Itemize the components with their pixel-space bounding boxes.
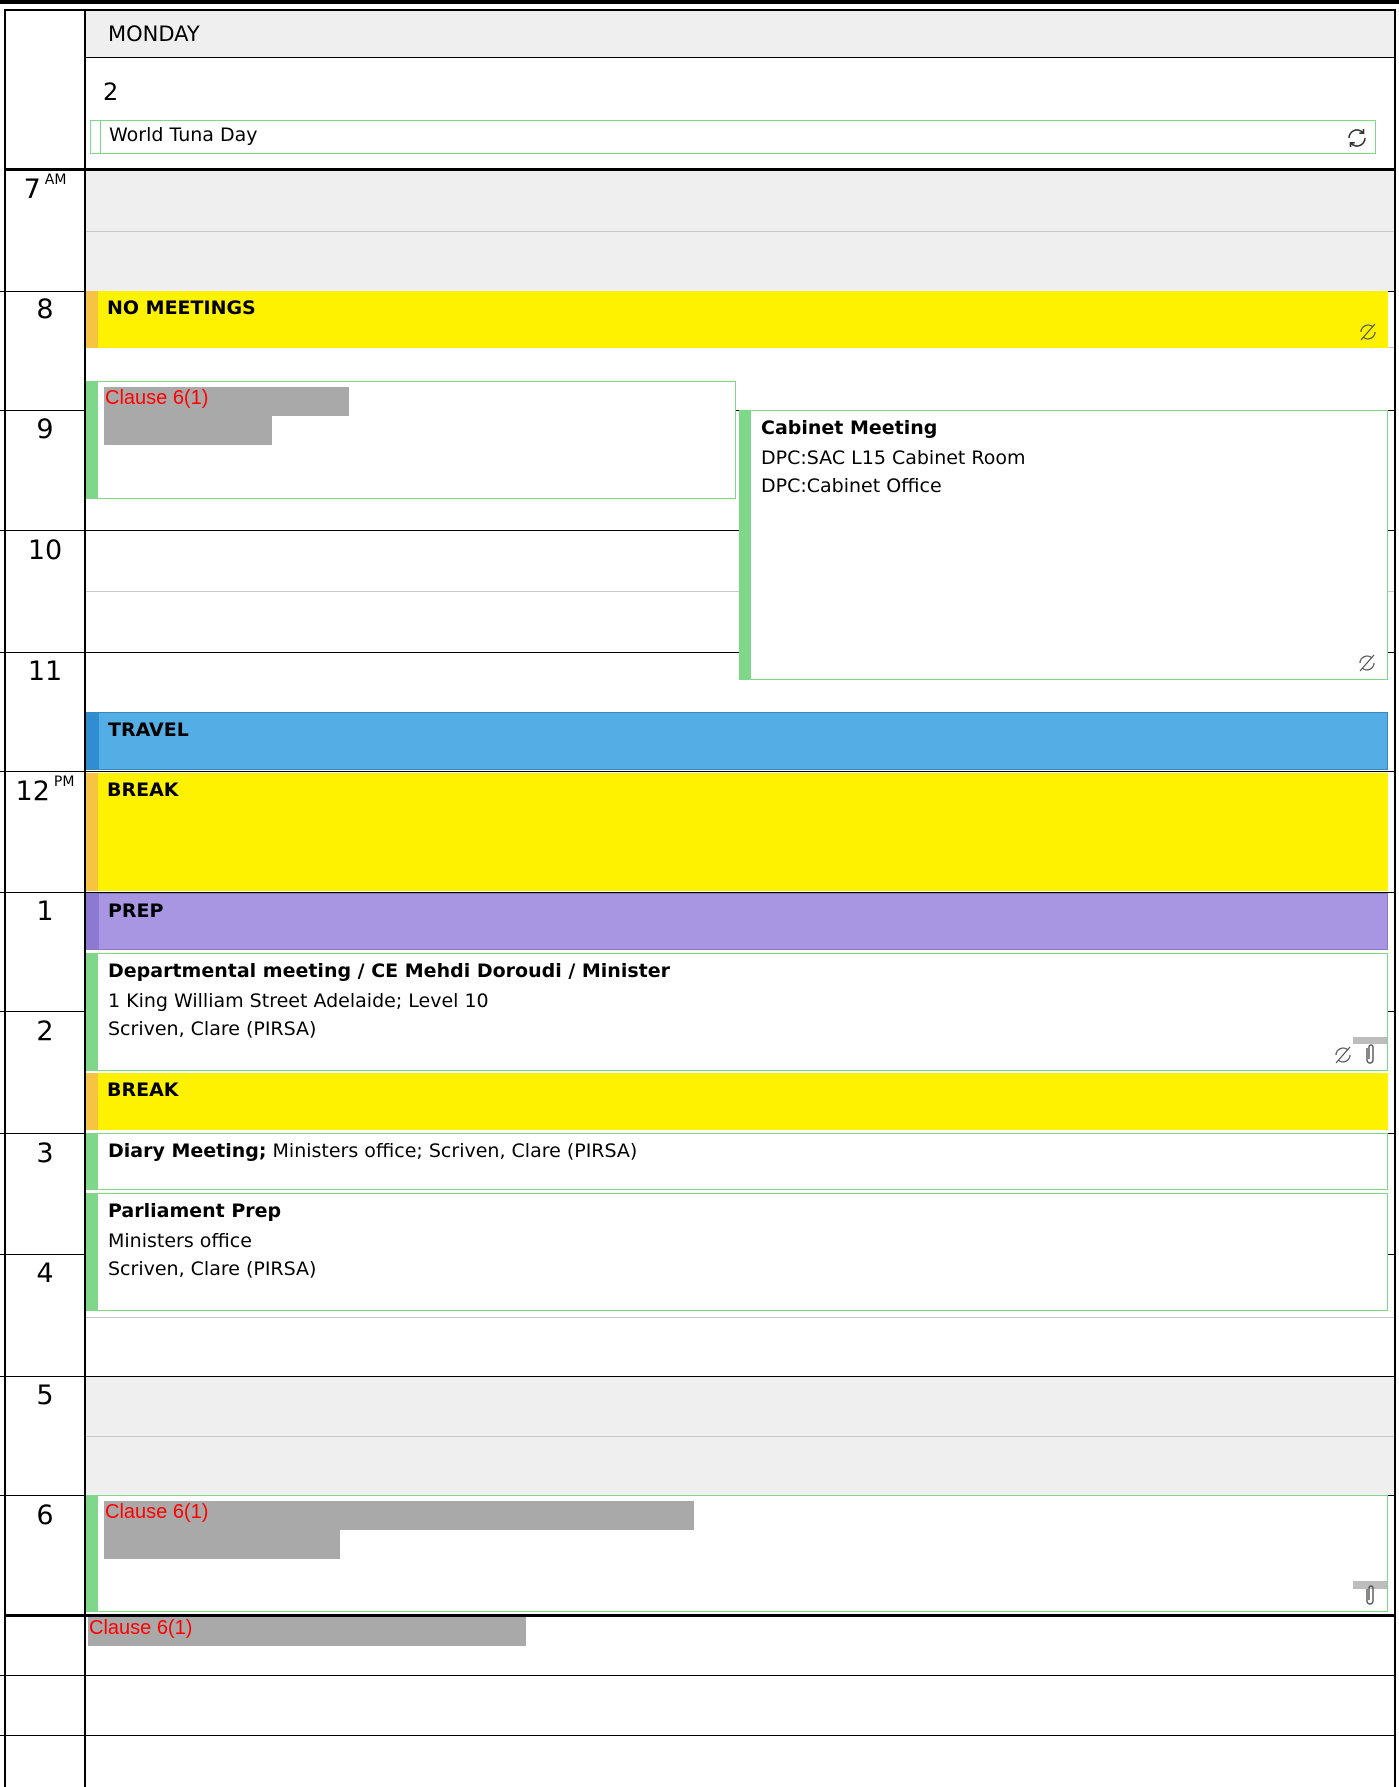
event-stripe bbox=[87, 1194, 98, 1310]
event-parliament-prep[interactable]: Parliament Prep Ministers office Scriven… bbox=[86, 1193, 1388, 1311]
time-gutter-border bbox=[84, 9, 86, 1787]
event-stripe bbox=[86, 291, 98, 348]
event-departmental-meeting[interactable]: Departmental meeting / CE Mehdi Doroudi … bbox=[86, 953, 1388, 1071]
hour-label-7am: 7 AM bbox=[23, 172, 67, 205]
event-title: PREP bbox=[108, 900, 164, 922]
event-travel[interactable]: TRAVEL bbox=[86, 712, 1388, 770]
hour-label-1: 1 bbox=[36, 896, 54, 927]
event-details: Ministers office; Scriven, Clare (PIRSA) bbox=[266, 1140, 638, 1162]
event-redacted-9am[interactable]: Clause 6(1) bbox=[86, 381, 736, 499]
event-stripe bbox=[86, 1073, 98, 1130]
event-title: Diary Meeting; bbox=[108, 1140, 267, 1162]
event-stripe bbox=[740, 411, 751, 679]
hour-label-8: 8 bbox=[36, 294, 54, 325]
hour-label-6: 6 bbox=[36, 1500, 54, 1531]
hour-label-12pm: 12 PM bbox=[15, 774, 75, 807]
all-day-title: World Tuna Day bbox=[109, 124, 258, 146]
event-title: Departmental meeting / CE Mehdi Doroudi … bbox=[108, 960, 670, 982]
half-hour-line bbox=[86, 231, 1394, 232]
day-name: MONDAY bbox=[108, 22, 200, 46]
no-sync-icon bbox=[1360, 323, 1376, 341]
event-location: 1 King William Street Adelaide; Level 10 bbox=[108, 990, 489, 1012]
extra-row-line bbox=[0, 1735, 1394, 1736]
recurring-sync-icon bbox=[1348, 129, 1366, 147]
event-break-noon[interactable]: BREAK bbox=[86, 773, 1388, 891]
event-break-afternoon[interactable]: BREAK bbox=[86, 1073, 1388, 1130]
event-stripe bbox=[87, 1496, 98, 1611]
hour-label-9: 9 bbox=[36, 414, 54, 445]
event-redacted-6pm[interactable]: Clause 6(1) bbox=[86, 1495, 1388, 1612]
event-location: Ministers office bbox=[108, 1230, 252, 1252]
event-stripe bbox=[86, 773, 98, 891]
hour-label-4: 4 bbox=[36, 1258, 54, 1289]
event-summary: Diary Meeting; Ministers office; Scriven… bbox=[108, 1140, 637, 1162]
top-border bbox=[0, 0, 1399, 4]
all-day-stripe bbox=[91, 121, 101, 153]
event-title: BREAK bbox=[107, 779, 179, 801]
hour-label-3: 3 bbox=[36, 1138, 54, 1169]
paperclip-icon bbox=[1366, 1585, 1374, 1605]
redaction-clause-label: Clause 6(1) bbox=[105, 387, 209, 409]
no-sync-icon bbox=[1335, 1046, 1351, 1064]
day-header bbox=[86, 11, 1394, 58]
half-hour-line bbox=[86, 1436, 1394, 1437]
event-title: Parliament Prep bbox=[108, 1200, 282, 1222]
hour-label-11: 11 bbox=[27, 656, 63, 687]
event-stripe bbox=[87, 954, 98, 1070]
event-cabinet-meeting[interactable]: Cabinet Meeting DPC:SAC L15 Cabinet Room… bbox=[739, 410, 1388, 680]
redaction-clause-label: Clause 6(1) bbox=[105, 1501, 209, 1523]
event-stripe bbox=[87, 1134, 98, 1189]
hour-label-10: 10 bbox=[27, 535, 63, 566]
redaction-clause-label: Clause 6(1) bbox=[89, 1617, 193, 1639]
event-prep[interactable]: PREP bbox=[86, 893, 1388, 950]
event-title: NO MEETINGS bbox=[107, 297, 256, 319]
half-hour-line bbox=[86, 1317, 1394, 1318]
event-location: DPC:SAC L15 Cabinet Room bbox=[761, 447, 1026, 469]
redaction-block bbox=[104, 416, 272, 445]
attachment-tab bbox=[1353, 1037, 1387, 1044]
event-title: Cabinet Meeting bbox=[761, 417, 938, 439]
paperclip-icon bbox=[1366, 1044, 1374, 1064]
hour-label-5: 5 bbox=[36, 1380, 54, 1411]
event-diary-meeting[interactable]: Diary Meeting; Ministers office; Scriven… bbox=[86, 1133, 1388, 1190]
event-stripe bbox=[87, 713, 99, 769]
event-organizer: Scriven, Clare (PIRSA) bbox=[108, 1018, 317, 1040]
event-title: BREAK bbox=[107, 1079, 179, 1101]
no-sync-icon bbox=[1359, 654, 1375, 672]
event-organizer: Scriven, Clare (PIRSA) bbox=[108, 1258, 317, 1280]
day-number[interactable]: 2 bbox=[103, 78, 118, 106]
all-day-event[interactable]: World Tuna Day bbox=[90, 120, 1376, 154]
event-stripe bbox=[87, 382, 98, 498]
event-title: TRAVEL bbox=[108, 719, 189, 741]
hour-line bbox=[0, 1376, 1394, 1377]
hour-label-2: 2 bbox=[36, 1016, 54, 1047]
extra-row-line bbox=[0, 1675, 1394, 1676]
redaction-block bbox=[104, 1530, 340, 1559]
event-no-meetings[interactable]: NO MEETINGS bbox=[86, 291, 1388, 348]
event-stripe bbox=[87, 894, 99, 949]
hour-line bbox=[0, 771, 1394, 772]
event-organizer: DPC:Cabinet Office bbox=[761, 475, 942, 497]
